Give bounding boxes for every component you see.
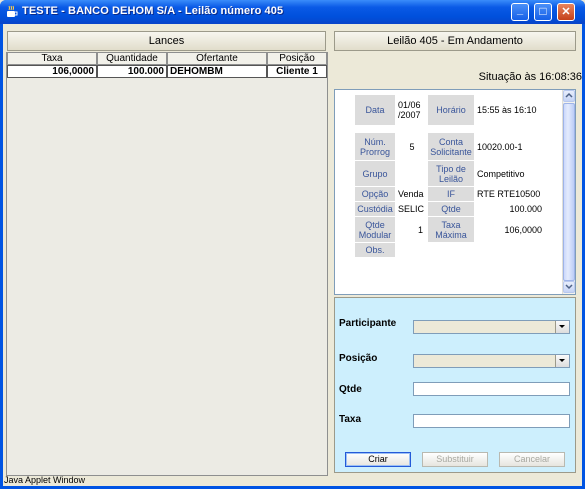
bid-form: Participante Posição Qtde Taxa Criar Sub…: [334, 297, 576, 473]
qtde-value: 100.000: [475, 202, 545, 216]
grupo-label: Grupo: [355, 161, 395, 186]
scroll-up-button[interactable]: [563, 90, 575, 102]
window-title: TESTE - BANCO DEHOM S/A - Leilão número …: [22, 5, 284, 17]
horario-label: Horário: [428, 95, 474, 125]
qtde-modular-label: Qtde Modular: [355, 217, 395, 242]
applet-content: Lances Taxa Quantidade Ofertante Posição…: [3, 24, 582, 486]
custodia-label: Custódia: [355, 202, 395, 216]
column-header-taxa[interactable]: Taxa: [7, 53, 97, 65]
num-prorrog-label: Núm. Prorrog: [355, 133, 395, 160]
taxa-form-label: Taxa: [339, 414, 362, 425]
posicao-dropdown-button[interactable]: [555, 355, 569, 367]
tipo-leilao-label: Tipo de Leilão: [428, 161, 474, 186]
obs-label: Obs.: [355, 243, 395, 257]
opcao-value: Venda: [396, 187, 426, 201]
applet-window: TESTE - BANCO DEHOM S/A - Leilão número …: [0, 0, 585, 489]
participante-select[interactable]: [413, 320, 570, 334]
column-header-ofertante[interactable]: Ofertante: [167, 53, 267, 65]
auction-status-header: Leilão 405 - Em Andamento: [334, 31, 576, 51]
data-value-line2: /2007: [398, 110, 421, 120]
grupo-value: [396, 161, 426, 186]
java-cup-icon: [7, 5, 18, 17]
criar-button[interactable]: Criar: [345, 452, 411, 467]
posicao-select[interactable]: [413, 354, 570, 368]
data-value-line1: 01/06: [398, 100, 421, 110]
applet-status-bar: Java Applet Window: [4, 475, 86, 485]
custodia-value: SELIC: [396, 202, 426, 216]
chevron-down-icon: [559, 359, 565, 362]
qtde-label: Qtde: [428, 202, 474, 216]
title-bar[interactable]: TESTE - BANCO DEHOM S/A - Leilão número …: [0, 0, 585, 24]
column-header-quantidade[interactable]: Quantidade: [97, 53, 167, 65]
arrow-up-icon: [565, 92, 573, 98]
obs-value: [396, 243, 545, 257]
taxa-input[interactable]: [413, 414, 570, 428]
maximize-icon: □: [539, 4, 547, 18]
cell-ofertante: DEHOMBM: [167, 65, 267, 78]
qtde-form-label: Qtde: [339, 384, 362, 395]
data-value: 01/06 /2007: [396, 95, 426, 125]
substituir-button[interactable]: Substituir: [422, 452, 488, 467]
tipo-leilao-value: Competitivo: [475, 161, 545, 186]
close-button[interactable]: ✕: [557, 3, 575, 21]
scroll-down-button[interactable]: [563, 281, 575, 293]
minimize-icon: _: [516, 4, 524, 16]
lances-header: Lances: [7, 31, 326, 51]
posicao-label: Posição: [339, 353, 378, 364]
situation-timestamp: Situação às 16:08:36: [478, 71, 582, 83]
right-column: Leilão 405 - Em Andamento Situação às 16…: [334, 31, 582, 476]
maximize-button[interactable]: □: [534, 3, 552, 21]
taxa-maxima-label: Taxa Máxima: [428, 217, 474, 242]
column-header-posicao[interactable]: Posição: [267, 53, 327, 65]
opcao-label: Opção: [355, 187, 395, 201]
table-row[interactable]: 106,0000 100.000 DEHOMBM Cliente 1: [7, 65, 327, 78]
taxa-maxima-value: 106,0000: [475, 217, 545, 242]
cell-posicao: Cliente 1: [267, 65, 327, 78]
scroll-thumb[interactable]: [563, 103, 575, 281]
data-label: Data: [355, 95, 395, 125]
cancelar-button[interactable]: Cancelar: [499, 452, 565, 467]
cell-quantidade: 100.000: [97, 65, 167, 78]
cell-taxa: 106,0000: [7, 65, 97, 78]
auction-info-panel: Data 01/06 /2007 Horário 15:55 às 16:10 …: [334, 89, 576, 295]
qtde-input[interactable]: [413, 382, 570, 396]
arrow-down-icon: [565, 284, 573, 290]
lances-table: Taxa Quantidade Ofertante Posição 106,00…: [6, 52, 328, 476]
conta-solicitante-label: Conta Solicitante: [428, 133, 474, 160]
if-value: RTE RTE10500: [475, 187, 545, 201]
lances-table-header: Taxa Quantidade Ofertante Posição: [7, 53, 327, 65]
participante-label: Participante: [339, 318, 397, 329]
if-label: IF: [428, 187, 474, 201]
qtde-modular-value: 1: [396, 217, 426, 242]
num-prorrog-value: 5: [396, 133, 426, 160]
info-scrollbar[interactable]: [562, 90, 575, 294]
conta-solicitante-value: 10020.00-1: [475, 133, 545, 160]
chevron-down-icon: [559, 325, 565, 328]
participante-dropdown-button[interactable]: [555, 321, 569, 333]
close-icon: ✕: [561, 6, 571, 18]
minimize-button[interactable]: _: [511, 3, 529, 21]
horario-value: 15:55 às 16:10: [475, 95, 545, 125]
